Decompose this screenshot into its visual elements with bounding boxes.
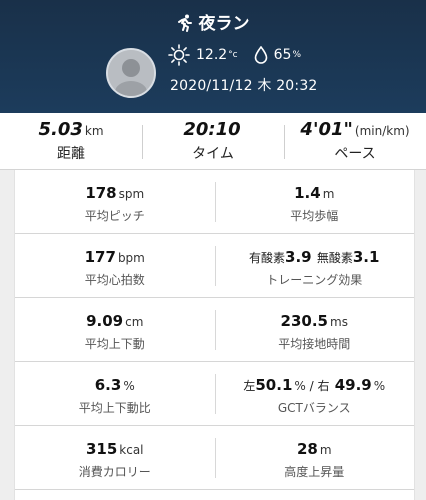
- stat-training-effect: 有酸素3.9 無酸素3.1 トレーニング効果: [214, 234, 415, 297]
- stat-gct-balance: 左50.1% / 右 49.9% GCTバランス: [214, 362, 415, 425]
- cadence-unit: spm: [118, 187, 145, 201]
- stride-value: 1.4: [294, 184, 321, 202]
- gct-separator: /: [305, 379, 318, 393]
- stats-row: 315 kcal 消費カロリー 28 m 高度上昇量: [15, 426, 414, 490]
- vertical-ratio-unit: %: [123, 379, 135, 393]
- stat-vertical-oscillation: 9.09 cm 平均上下動: [15, 298, 215, 361]
- time-label: タイム: [192, 146, 234, 162]
- stat-heart-rate: 177 bpm 平均心拍数: [15, 234, 215, 297]
- stat-calories: 315 kcal 消費カロリー: [15, 426, 215, 489]
- stat-stride: 1.4 m 平均歩幅: [214, 170, 415, 233]
- gct-left-value: 50.1: [255, 376, 293, 394]
- anaerobic-label: 無酸素: [316, 251, 353, 265]
- summary-pace: 4'01" (min/km) ペース: [284, 113, 426, 169]
- summary-time: 20:10 タイム: [142, 113, 284, 169]
- gct-balance-label: GCTバランス: [277, 401, 351, 415]
- gct-right-unit: %: [373, 379, 386, 393]
- activity-datetime: 2020/11/12 木 20:32: [170, 78, 318, 94]
- vertical-ratio-label: 平均上下動比: [78, 401, 151, 415]
- ground-contact-time-label: 平均接地時間: [278, 337, 351, 351]
- humidity-value: 65: [273, 47, 292, 63]
- vertical-oscillation-label: 平均上下動: [84, 337, 145, 351]
- summary-distance: 5.03 km 距離: [0, 113, 142, 169]
- calories-value: 315: [85, 440, 118, 458]
- avatar-image: [108, 50, 154, 96]
- water-drop-icon: [254, 46, 267, 64]
- sun-icon: [168, 44, 190, 66]
- vertical-ratio-value: 6.3: [94, 376, 122, 394]
- training-effect-label: トレーニング効果: [266, 273, 363, 287]
- stat-cadence: 178 spm 平均ピッチ: [15, 170, 215, 233]
- vertical-oscillation-value: 9.09: [86, 312, 124, 330]
- stat-vertical-ratio: 6.3% 平均上下動比: [15, 362, 215, 425]
- vertical-oscillation-unit: cm: [125, 315, 144, 329]
- aerobic-label: 有酸素: [249, 251, 286, 265]
- elevation-gain-label: 高度上昇量: [284, 465, 345, 479]
- activity-title: 夜ラン: [198, 14, 250, 34]
- calories-label: 消費カロリー: [78, 465, 151, 479]
- heart-rate-value: 177: [84, 248, 116, 266]
- pace-label: ペース: [334, 146, 376, 162]
- stat-elevation-gain: 28 m 高度上昇量: [214, 426, 415, 489]
- ground-contact-time-unit: ms: [330, 315, 348, 329]
- ground-contact-time-value: 230.5: [280, 312, 328, 330]
- humidity-unit: %: [292, 50, 302, 60]
- time-value: 20:10: [183, 119, 241, 140]
- temperature-value: 12.2: [196, 47, 228, 63]
- stats-row: 177 bpm 平均心拍数 有酸素3.9 無酸素3.1 トレーニング効果: [15, 234, 414, 298]
- summary-bar: 5.03 km 距離 20:10 タイム 4'01" (min/km) ペース: [0, 113, 426, 170]
- aerobic-value: 3.9: [285, 248, 312, 266]
- stride-label: 平均歩幅: [290, 209, 339, 223]
- activity-header: 夜ラン 12.2 °c 65% 2020/11/12 木 20:32: [0, 0, 426, 113]
- gct-right-value: 49.9: [334, 376, 372, 394]
- distance-label: 距離: [57, 146, 85, 162]
- pace-unit: (min/km): [354, 124, 410, 138]
- stats-row: 9.09 cm 平均上下動 230.5 ms 平均接地時間: [15, 298, 414, 362]
- cadence-value: 178: [85, 184, 117, 202]
- heart-rate-label: 平均心拍数: [84, 273, 145, 287]
- stats-row: 6.3% 平均上下動比 左50.1% / 右 49.9% GCTバランス: [15, 362, 414, 426]
- gct-left-unit: %: [294, 379, 306, 393]
- temperature-unit: °c: [228, 50, 238, 60]
- stride-unit: m: [322, 187, 335, 201]
- anaerobic-value: 3.1: [352, 248, 380, 266]
- pace-value: 4'01": [300, 119, 353, 140]
- stats-row: 178 spm 平均ピッチ 1.4 m 平均歩幅: [15, 170, 414, 234]
- heart-rate-unit: bpm: [117, 251, 145, 265]
- distance-unit: km: [84, 124, 104, 138]
- user-avatar[interactable]: [106, 48, 156, 98]
- gct-right-label: 右: [317, 379, 330, 393]
- cadence-label: 平均ピッチ: [84, 209, 145, 223]
- stat-ground-contact-time: 230.5 ms 平均接地時間: [214, 298, 415, 361]
- calories-unit: kcal: [119, 443, 144, 457]
- gct-left-label: 左: [243, 379, 256, 393]
- elevation-gain-value: 28: [296, 440, 318, 458]
- weather-info: 12.2 °c 65%: [168, 44, 317, 66]
- stats-grid: 178 spm 平均ピッチ 1.4 m 平均歩幅 177 bpm 平均心拍数 有酸素3…: [14, 170, 415, 500]
- distance-value: 5.03: [38, 119, 83, 140]
- activity-title-row: 夜ラン: [0, 9, 426, 34]
- elevation-gain-unit: m: [319, 443, 332, 457]
- runner-icon: [177, 14, 192, 32]
